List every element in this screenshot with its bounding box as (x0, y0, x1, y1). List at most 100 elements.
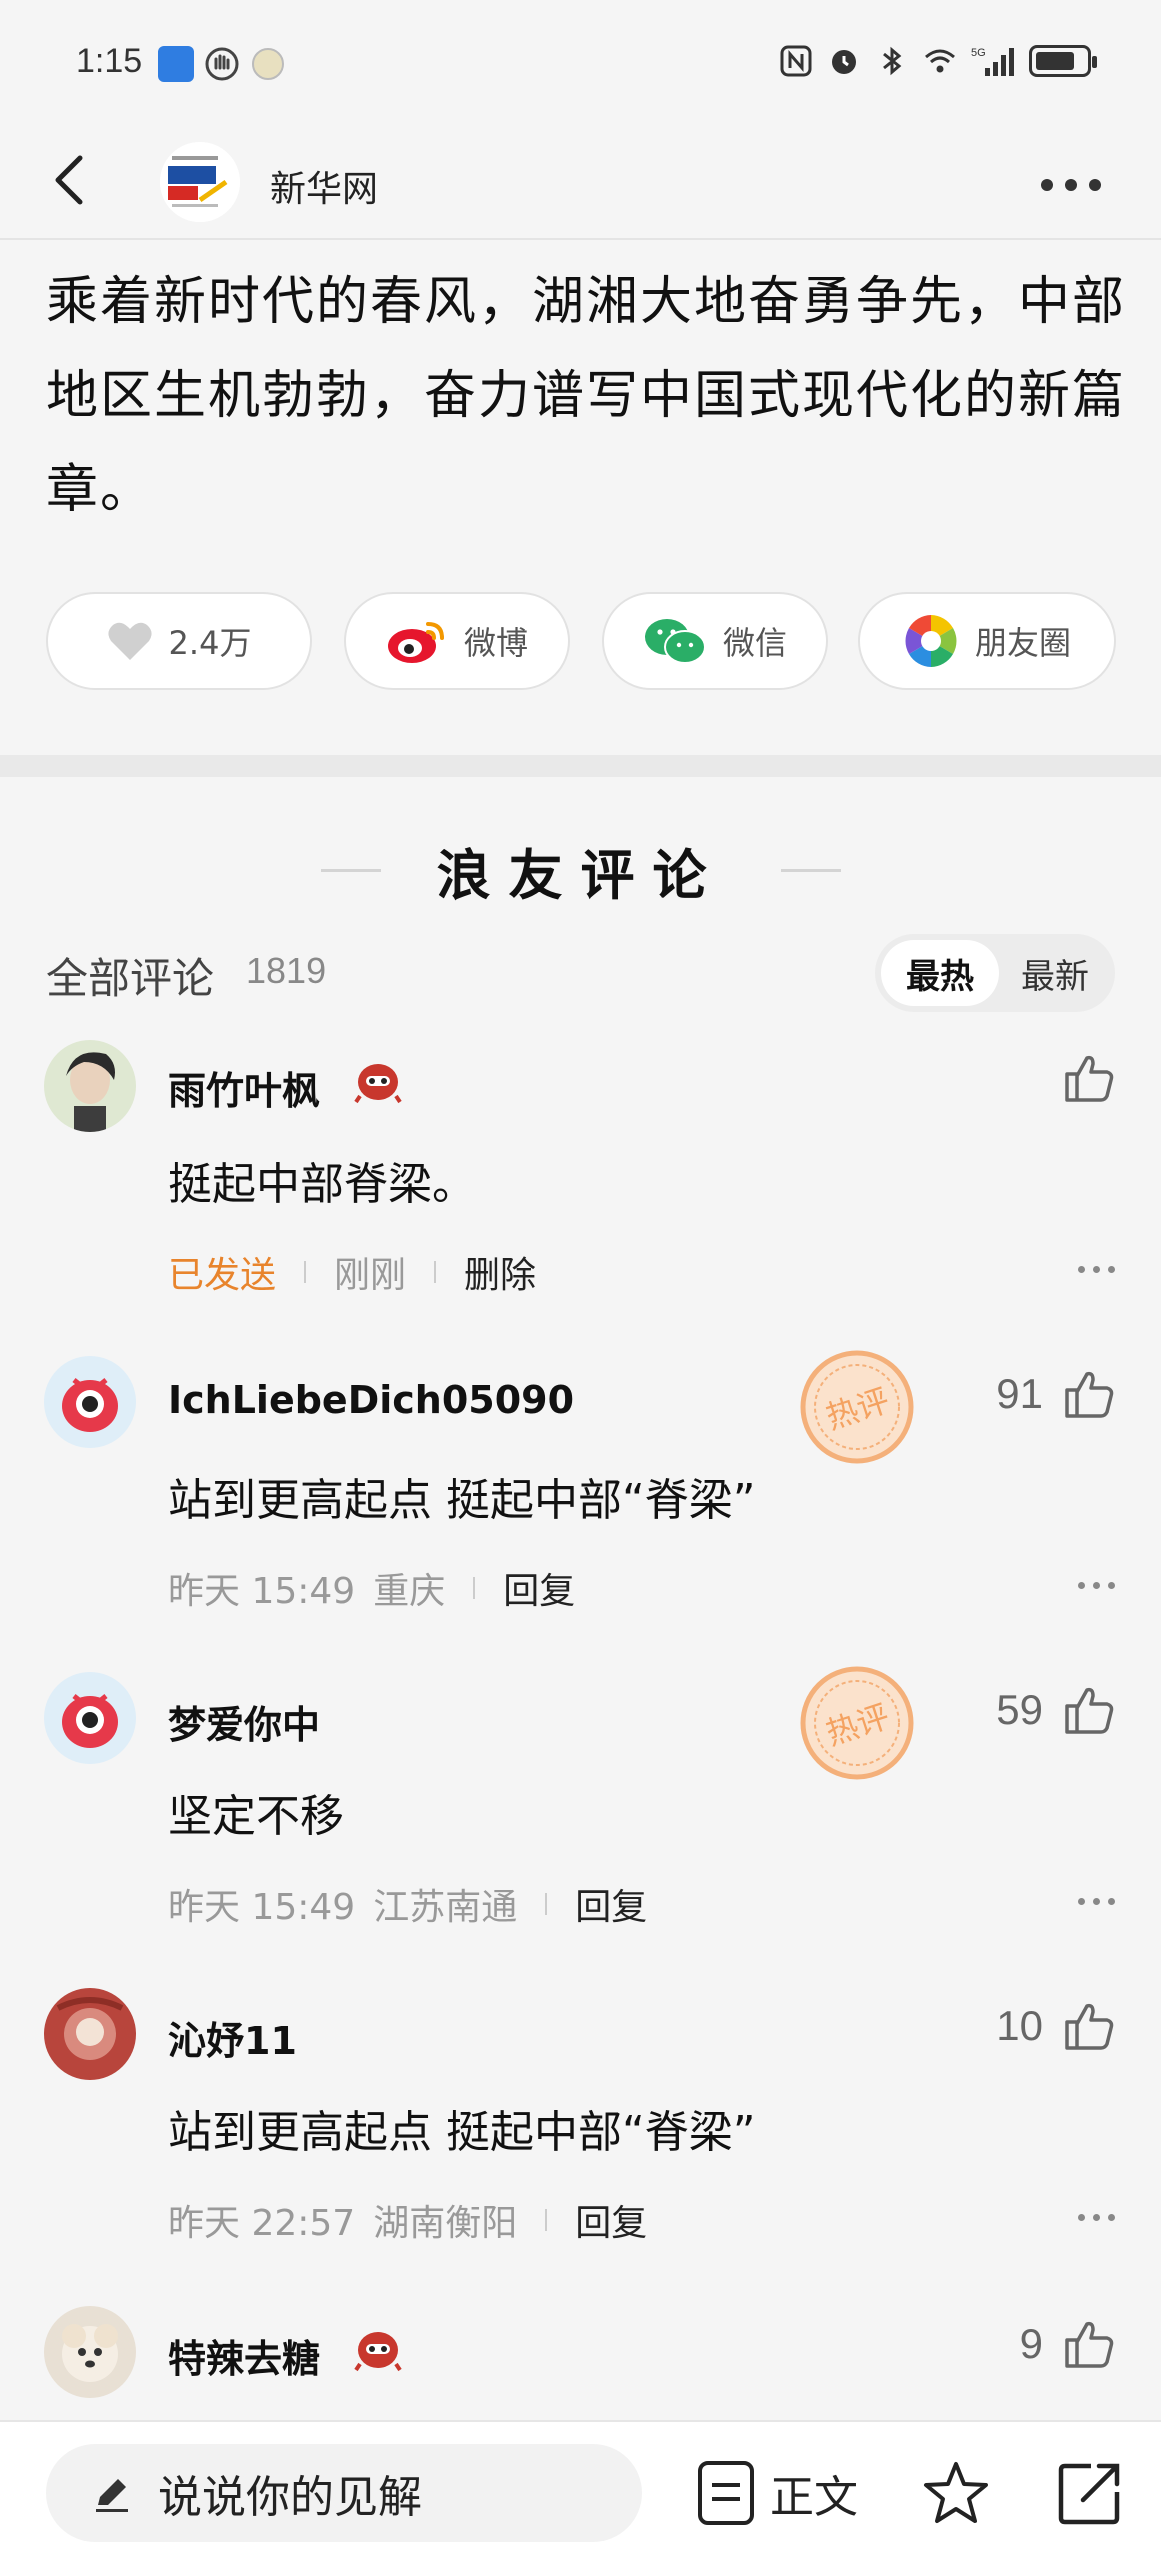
alarm-icon (832, 50, 856, 74)
meta-divider (473, 1577, 476, 1599)
wechat-icon (644, 619, 706, 664)
dot-icon (1108, 2214, 1115, 2221)
main-text-button[interactable]: 正文 (696, 2450, 858, 2536)
avatar[interactable] (44, 1040, 136, 1132)
header-divider (0, 238, 1161, 240)
sort-new-tab[interactable]: 最新 (1001, 940, 1109, 1006)
delete-button[interactable]: 删除 (464, 1246, 536, 1298)
status-bar: 1:15 5G (0, 0, 1161, 130)
comment-like-button[interactable] (1063, 1052, 1115, 1104)
heart-icon (107, 622, 152, 660)
comment-like-button[interactable]: 9 (1020, 2318, 1115, 2370)
comment-time: 昨天 15:49 (168, 1887, 356, 1928)
bottom-bar: 说说你的见解 正文 (0, 2420, 1161, 2560)
comment-item: IchLiebeDich05090 热评 91 站到更高起点 挺起中部“脊梁” … (0, 1350, 1161, 1656)
comment-author[interactable]: IchLiebeDich05090 (168, 1378, 574, 1422)
comment-like-button[interactable]: 10 (996, 2000, 1115, 2052)
reply-button[interactable]: 回复 (503, 1562, 575, 1614)
back-arrow-icon (55, 155, 83, 205)
dot-icon (1108, 1898, 1115, 1905)
battery-icon (1029, 45, 1097, 77)
dot-icon (1093, 1582, 1100, 1589)
nfc-icon (780, 45, 812, 77)
comment-item: 雨竹叶枫 挺起中部脊梁。 已发送 刚刚 删除 (0, 1040, 1161, 1340)
like-count: 2.4万 (168, 624, 252, 662)
comment-input[interactable]: 说说你的见解 (46, 2444, 642, 2542)
meta-divider (545, 1893, 548, 1915)
wifi-icon (925, 49, 955, 73)
thumbs-up-icon (1065, 2321, 1114, 2368)
share-button[interactable] (1050, 2450, 1130, 2536)
like-article-button[interactable]: 2.4万 (46, 592, 312, 690)
more-dot-icon (1065, 179, 1077, 191)
comment-more-button[interactable] (1078, 2214, 1115, 2221)
comments-title-row: 浪友评论 (0, 830, 1161, 910)
title-right-line (780, 868, 841, 872)
dot-icon (1078, 2214, 1085, 2221)
weibo-label: 微博 (463, 624, 528, 662)
comment-like-button[interactable]: 91 (996, 1368, 1115, 1420)
all-comments-label: 全部评论 (46, 954, 215, 1003)
bluetooth-icon (883, 46, 902, 76)
comment-author[interactable]: 特辣去糖 (168, 2328, 320, 2383)
more-options-button[interactable] (1031, 160, 1111, 210)
comment-location: 江苏南通 (373, 1887, 518, 1928)
weather-icon (250, 46, 286, 82)
section-separator (0, 755, 1161, 777)
article-body: 乘着新时代的春风，湖湘大地奋勇争先，中部地区生机勃勃，奋力谱写中国式现代化的新篇… (46, 272, 1127, 520)
xinhua-news-logo-icon (160, 142, 240, 222)
comment-meta: 昨天 15:49 江苏南通 回复 (168, 1878, 647, 1930)
avatar[interactable] (44, 2306, 136, 2398)
weibo-icon (387, 622, 444, 663)
comment-like-button[interactable]: 59 (996, 1684, 1115, 1736)
share-icon (1058, 2463, 1120, 2525)
thumbs-up-icon (1065, 1055, 1114, 1102)
comment-more-button[interactable] (1078, 1898, 1115, 1905)
status-time: 1:15 (76, 42, 143, 80)
moments-label: 朋友圈 (974, 624, 1071, 662)
comment-more-button[interactable] (1078, 1266, 1115, 1273)
thumbs-up-icon (1065, 1687, 1114, 1734)
status-notification-icons (158, 46, 286, 82)
thumbs-up-icon (1065, 1371, 1114, 1418)
favorite-button[interactable] (916, 2450, 996, 2536)
xinhua-logo[interactable] (160, 142, 240, 222)
comment-text: 站到更高起点 挺起中部“脊梁” (168, 1475, 756, 1526)
site-name[interactable]: 新华网 (270, 160, 378, 212)
avatar[interactable] (44, 1988, 136, 2080)
dot-icon (1093, 1898, 1100, 1905)
comment-text: 坚定不移 (168, 1791, 344, 1842)
share-moments-button[interactable]: 朋友圈 (858, 592, 1116, 690)
back-button[interactable] (44, 140, 104, 220)
star-icon (924, 2462, 988, 2523)
comment-author[interactable]: 梦爱你中 (168, 1694, 320, 1749)
more-dot-icon (1041, 179, 1053, 191)
dot-icon (1108, 1582, 1115, 1589)
comment-item: 梦爱你中 热评 59 坚定不移 昨天 15:49 江苏南通 回复 (0, 1666, 1161, 1972)
reply-button[interactable]: 回复 (575, 1878, 647, 1930)
comment-more-button[interactable] (1078, 1582, 1115, 1589)
avatar[interactable] (44, 1672, 136, 1764)
hand-icon (204, 46, 240, 82)
share-weibo-button[interactable]: 微博 (344, 592, 570, 690)
reply-button[interactable]: 回复 (575, 2194, 647, 2246)
comment-status: 已发送 (168, 1255, 277, 1296)
comment-time: 刚刚 (334, 1255, 407, 1296)
sort-hot-tab[interactable]: 最热 (881, 940, 999, 1006)
comments-title: 浪友评论 (436, 843, 725, 907)
like-count: 9 (1019, 2320, 1043, 2367)
share-row: 2.4万 微博 微信 朋友圈 (46, 592, 1116, 690)
like-count: 59 (996, 1686, 1043, 1733)
comment-meta: 昨天 15:49 重庆 回复 (168, 1562, 575, 1614)
title-left-line (320, 868, 381, 872)
like-count: 91 (996, 1370, 1043, 1417)
user-level-badge-icon (354, 1064, 402, 1104)
comment-author[interactable]: 沁妤11 (168, 2010, 297, 2065)
share-wechat-button[interactable]: 微信 (602, 592, 828, 690)
dot-icon (1078, 1266, 1085, 1273)
comments-count: 1819 (246, 950, 327, 991)
comment-text: 站到更高起点 挺起中部“脊梁” (168, 2107, 756, 2158)
comment-author[interactable]: 雨竹叶枫 (168, 1060, 320, 1115)
avatar[interactable] (44, 1356, 136, 1448)
comment-location: 湖南衡阳 (373, 2203, 518, 2244)
